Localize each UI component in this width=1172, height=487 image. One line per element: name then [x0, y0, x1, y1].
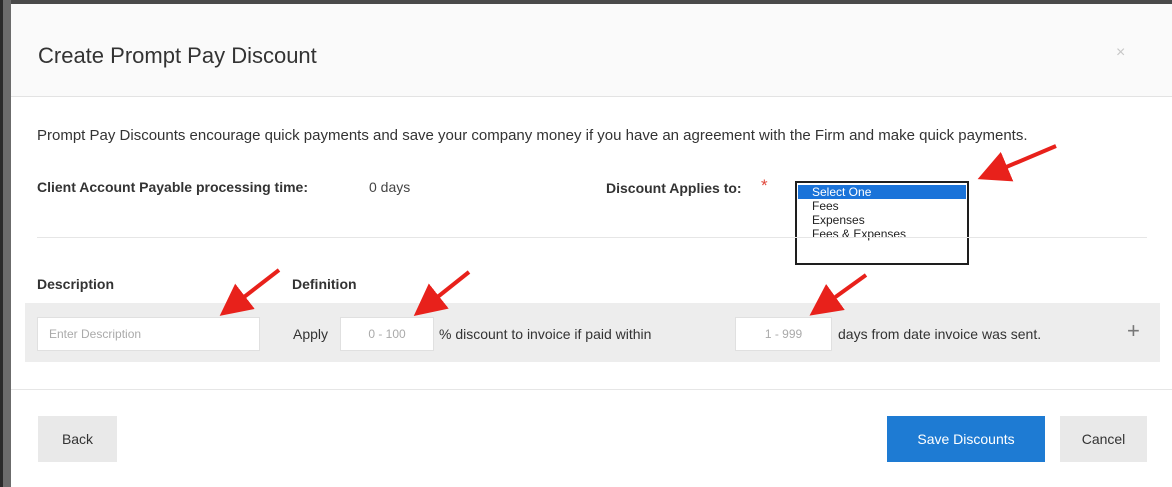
apply-text: Apply	[293, 326, 329, 342]
option-expenses[interactable]: Expenses	[798, 213, 966, 227]
option-select-one[interactable]: Select One	[798, 185, 966, 199]
processing-time-label: Client Account Payable processing time:	[37, 179, 308, 195]
description-input[interactable]: Enter Description	[37, 317, 260, 351]
footer-divider	[11, 389, 1172, 390]
cancel-button[interactable]: Cancel	[1060, 416, 1147, 462]
add-row-icon[interactable]: +	[1127, 318, 1140, 344]
modal-title: Create Prompt Pay Discount	[38, 43, 317, 68]
arrow-to-select	[977, 144, 1057, 182]
option-fees-and-expenses[interactable]: Fees & Expenses	[798, 227, 966, 241]
option-fees[interactable]: Fees	[798, 199, 966, 213]
days-input[interactable]: 1 - 999	[735, 317, 832, 351]
column-header-definition: Definition	[292, 276, 357, 292]
intro-text: Prompt Pay Discounts encourage quick pay…	[37, 127, 1028, 144]
required-marker: *	[761, 176, 768, 195]
column-header-description: Description	[37, 276, 115, 292]
discount-applies-label: Discount Applies to:	[606, 180, 742, 196]
percent-text: % discount to invoice if paid within	[439, 326, 652, 342]
processing-time-value: 0 days	[369, 179, 411, 195]
discount-applies-select[interactable]: Select One Fees Expenses Fees & Expenses	[795, 181, 969, 265]
background-page-edge	[0, 0, 11, 487]
days-text: days from date invoice was sent.	[838, 326, 1042, 342]
close-icon[interactable]: ×	[1116, 44, 1125, 62]
percent-input[interactable]: 0 - 100	[340, 317, 434, 351]
modal-header: Create Prompt Pay Discount ×	[11, 4, 1172, 97]
back-button[interactable]: Back	[38, 416, 117, 462]
save-discounts-button[interactable]: Save Discounts	[887, 416, 1045, 462]
section-divider	[37, 237, 1147, 238]
